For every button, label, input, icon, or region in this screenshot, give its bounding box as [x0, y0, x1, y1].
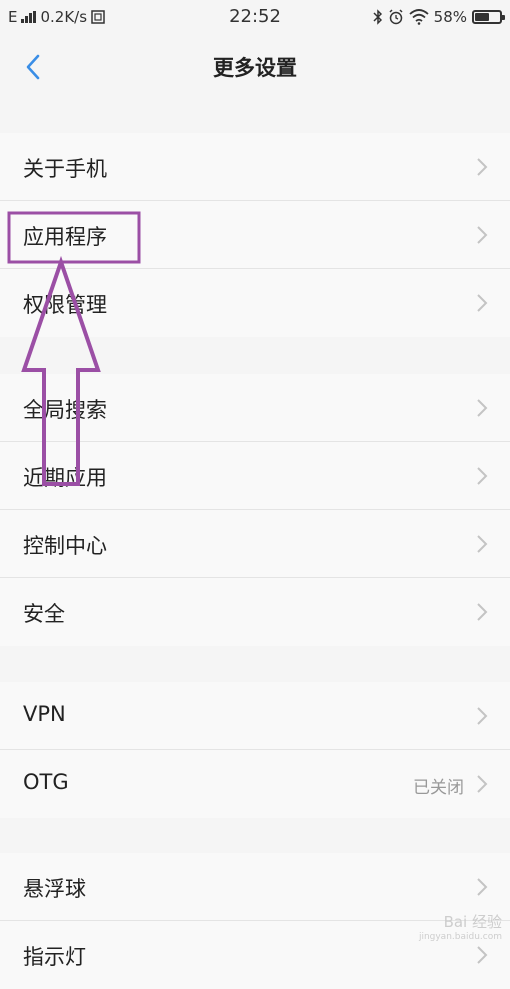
item-label: 全局搜索 [23, 398, 107, 422]
chevron-right-icon [477, 294, 488, 312]
item-label: VPN [23, 702, 66, 726]
settings-section-device: 关于手机 应用程序 权限管理 [0, 133, 510, 337]
settings-item-permissions[interactable]: 权限管理 [0, 269, 510, 337]
battery-icon [472, 10, 505, 24]
settings-item-recent-apps[interactable]: 近期应用 [0, 442, 510, 510]
settings-item-applications[interactable]: 应用程序 [0, 201, 510, 269]
status-bar: E 0.2K/s 22:52 58% [0, 0, 510, 36]
watermark-logo: Bai 经验 jingyan.baidu.com [419, 911, 502, 942]
alarm-icon [389, 9, 403, 25]
page-title: 更多设置 [213, 56, 297, 80]
settings-item-control-center[interactable]: 控制中心 [0, 510, 510, 578]
settings-item-about-phone[interactable]: 关于手机 [0, 133, 510, 201]
item-label: 近期应用 [23, 466, 107, 490]
wifi-icon [409, 9, 429, 25]
chevron-right-icon [477, 946, 488, 964]
otg-status-value: 已关闭 [413, 778, 464, 798]
item-label: OTG [23, 770, 69, 794]
item-label: 悬浮球 [23, 877, 86, 901]
battery-percent: 58% [433, 8, 467, 26]
chevron-right-icon [477, 603, 488, 621]
chevron-right-icon [477, 878, 488, 896]
settings-section-connection: VPN OTG 已关闭 [0, 682, 510, 818]
item-label: 指示灯 [23, 945, 86, 969]
chevron-right-icon [477, 707, 488, 725]
item-label: 控制中心 [23, 534, 107, 558]
chevron-right-icon [477, 775, 488, 793]
chevron-right-icon [477, 399, 488, 417]
settings-item-security[interactable]: 安全 [0, 578, 510, 646]
settings-item-global-search[interactable]: 全局搜索 [0, 374, 510, 442]
chevron-right-icon [477, 535, 488, 553]
bluetooth-icon [373, 9, 382, 25]
status-right: 58% [373, 8, 505, 26]
battery-level [475, 13, 489, 21]
chevron-right-icon [477, 158, 488, 176]
settings-item-vpn[interactable]: VPN [0, 682, 510, 750]
settings-item-otg[interactable]: OTG 已关闭 [0, 750, 510, 818]
watermark-sub: jingyan.baidu.com [418, 932, 502, 942]
watermark-text: Bai 经验 [443, 913, 502, 931]
item-label: 权限管理 [23, 293, 107, 317]
nav-bar: 更多设置 [0, 36, 510, 98]
settings-section-system: 全局搜索 近期应用 控制中心 安全 [0, 374, 510, 646]
item-label: 关于手机 [23, 157, 107, 181]
item-label: 应用程序 [23, 225, 107, 249]
chevron-right-icon [477, 467, 488, 485]
item-label: 安全 [23, 602, 65, 626]
chevron-right-icon [477, 226, 488, 244]
